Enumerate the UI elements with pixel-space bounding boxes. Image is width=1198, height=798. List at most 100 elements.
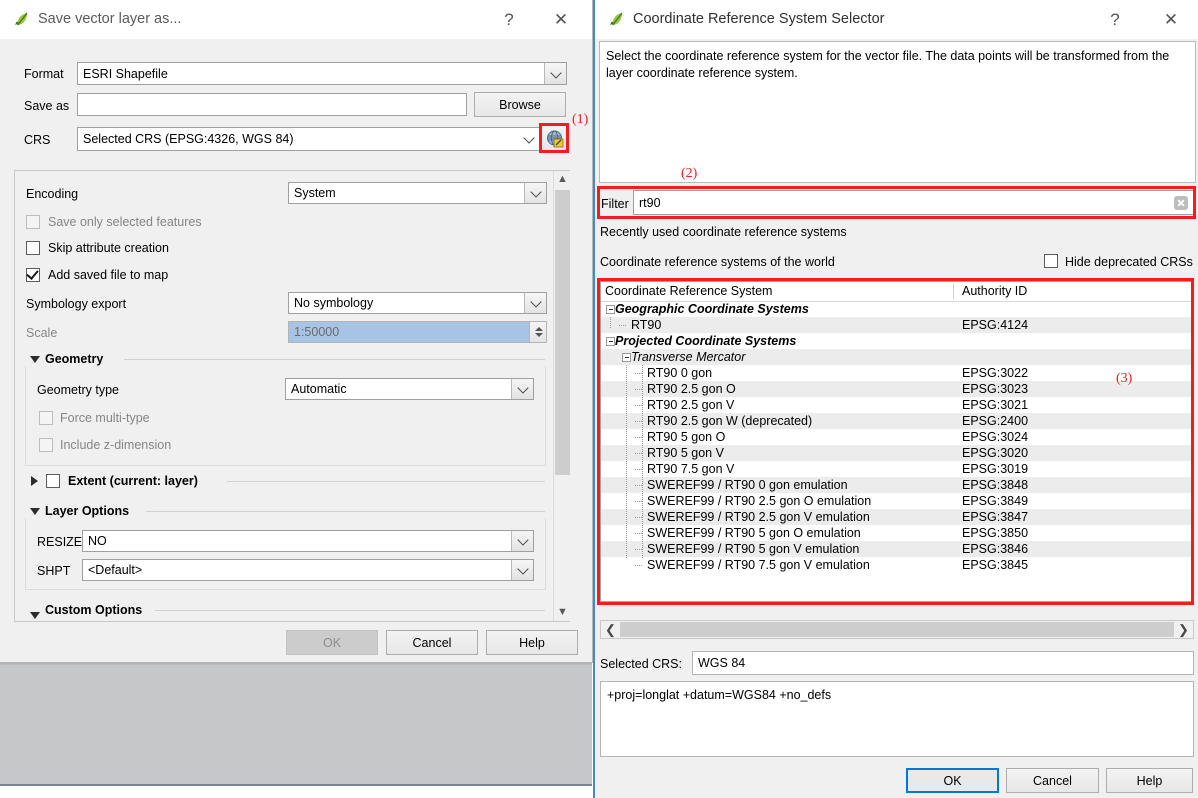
scroll-down-arrow[interactable]: ▼ xyxy=(554,604,571,621)
chevron-down-icon xyxy=(511,560,533,580)
save-as-input[interactable] xyxy=(77,93,467,116)
geometry-group-toggle-icon[interactable] xyxy=(30,356,40,363)
selected-crs-value: WGS 84 xyxy=(698,656,746,670)
proj-string-box[interactable]: +proj=longlat +datum=WGS84 +no_defs xyxy=(600,681,1194,757)
tree-branch-line xyxy=(635,373,642,374)
tree-branch-line xyxy=(635,453,642,454)
table-row[interactable]: Projected Coordinate Systems xyxy=(601,333,1193,349)
filter-input[interactable]: rt90 xyxy=(633,190,1194,215)
crs-dialog-help-button-bottom[interactable]: Help xyxy=(1106,768,1193,793)
chevron-down-icon xyxy=(518,128,539,150)
scale-input[interactable]: 1:50000 xyxy=(288,321,547,343)
authority-id-cell: EPSG:3021 xyxy=(962,398,1029,412)
authority-id-cell: EPSG:3019 xyxy=(962,462,1029,476)
custom-options-toggle-icon[interactable] xyxy=(30,612,40,619)
recently-used-label: Recently used coordinate reference syste… xyxy=(600,225,847,239)
scale-stepper[interactable] xyxy=(529,322,546,342)
table-row[interactable]: RT90 5 gon V EPSG:3020 xyxy=(601,445,1193,461)
crs-select-button[interactable] xyxy=(541,125,567,151)
table-row[interactable]: RT90 EPSG:4124 xyxy=(601,317,1193,333)
resize-combo[interactable]: NO xyxy=(82,530,534,552)
layer-options-toggle-icon[interactable] xyxy=(30,508,40,515)
hscrollbar-thumb[interactable] xyxy=(620,622,1174,637)
column-header-name[interactable]: Coordinate Reference System xyxy=(605,284,772,298)
hide-deprecated-checkbox[interactable] xyxy=(1044,254,1058,268)
table-row[interactable]: SWEREF99 / RT90 0 gon emulation EPSG:3848 xyxy=(601,477,1193,493)
format-combo[interactable]: ESRI Shapefile xyxy=(77,62,567,85)
force-multitype-checkbox[interactable] xyxy=(39,411,53,425)
format-label: Format xyxy=(24,67,64,81)
crs-dialog-cancel-button[interactable]: Cancel xyxy=(1006,768,1099,793)
filter-label: Filter xyxy=(601,197,629,211)
column-header-authority[interactable]: Authority ID xyxy=(962,284,1027,298)
extent-group-toggle-icon[interactable] xyxy=(31,476,38,486)
crs-help-label: Help xyxy=(1136,773,1163,788)
table-row[interactable]: RT90 7.5 gon V EPSG:3019 xyxy=(601,461,1193,477)
authority-id-cell: EPSG:3020 xyxy=(962,446,1029,460)
table-row[interactable]: SWEREF99 / RT90 5 gon O emulation EPSG:38… xyxy=(601,525,1193,541)
scroll-right-arrow[interactable]: ❯ xyxy=(1174,621,1193,638)
skip-attribute-checkbox[interactable] xyxy=(26,241,40,255)
add-saved-file-checkbox[interactable] xyxy=(26,267,40,282)
table-row[interactable]: RT90 2.5 gon W (deprecated) EPSG:2400 xyxy=(601,413,1193,429)
authority-id-cell: EPSG:4124 xyxy=(962,318,1029,332)
expand-collapse-icon[interactable] xyxy=(606,337,615,346)
symbology-export-combo[interactable]: No symbology xyxy=(288,292,547,314)
scroll-left-arrow[interactable]: ❮ xyxy=(601,621,620,638)
save-dialog-help-button[interactable]: ? xyxy=(494,6,524,34)
resize-label: RESIZE xyxy=(37,535,83,549)
table-row[interactable]: SWEREF99 / RT90 2.5 gon V emulation EPSG:… xyxy=(601,509,1193,525)
geometry-type-value: Automatic xyxy=(291,382,347,396)
table-row[interactable]: Transverse Mercator xyxy=(601,349,1193,365)
expand-collapse-icon[interactable] xyxy=(606,305,615,314)
encoding-combo[interactable]: System xyxy=(288,182,547,204)
save-dialog-ok-button[interactable]: OK xyxy=(286,630,378,655)
scale-label: Scale xyxy=(26,326,58,340)
scrollbar-thumb[interactable] xyxy=(555,190,570,475)
crs-dialog-ok-button[interactable]: OK xyxy=(906,768,999,793)
chevron-down-icon xyxy=(544,63,566,84)
browse-button[interactable]: Browse xyxy=(474,92,566,117)
extent-checkbox[interactable] xyxy=(46,474,60,488)
qgis-logo-icon xyxy=(610,12,623,26)
table-row[interactable]: RT90 0 gon EPSG:3022 xyxy=(601,365,1193,381)
geometry-type-combo[interactable]: Automatic xyxy=(285,378,534,400)
annotation-label-1: (1) xyxy=(572,112,589,127)
geometry-group-rule xyxy=(124,359,545,360)
crs-tree[interactable]: Coordinate Reference System Authority ID… xyxy=(600,281,1194,602)
save-vector-layer-dialog: Save vector layer as... ? ✕ Format ESRI … xyxy=(0,0,593,663)
scroll-up-arrow[interactable]: ▲ xyxy=(554,171,571,188)
table-row[interactable]: Geographic Coordinate Systems xyxy=(601,301,1193,317)
tree-branch-line xyxy=(635,501,642,502)
table-row[interactable]: RT90 2.5 gon V EPSG:3021 xyxy=(601,397,1193,413)
clear-icon[interactable] xyxy=(1174,196,1188,210)
column-divider[interactable] xyxy=(953,284,954,299)
authority-id-cell: EPSG:3022 xyxy=(962,366,1029,380)
table-row[interactable]: SWEREF99 / RT90 5 gon V emulation EPSG:38… xyxy=(601,541,1193,557)
chevron-down-icon xyxy=(511,379,533,399)
shpt-combo[interactable]: <Default> xyxy=(82,559,534,581)
save-dialog-close-button[interactable]: ✕ xyxy=(546,6,576,34)
crs-dialog-close-button[interactable]: ✕ xyxy=(1156,6,1186,34)
authority-id-cell: EPSG:3846 xyxy=(962,542,1029,556)
save-dialog-cancel-button[interactable]: Cancel xyxy=(386,630,478,655)
crs-combo[interactable]: Selected CRS (EPSG:4326, WGS 84) xyxy=(77,127,540,151)
save-cancel-label: Cancel xyxy=(412,635,452,650)
crs-name-cell: SWEREF99 / RT90 2.5 gon O emulation xyxy=(647,494,872,508)
table-row[interactable]: SWEREF99 / RT90 7.5 gon V emulation EPSG:… xyxy=(601,557,1193,573)
tree-connector-projected xyxy=(626,365,627,559)
table-row[interactable]: RT90 5 gon O EPSG:3024 xyxy=(601,429,1193,445)
crs-tree-hscrollbar[interactable]: ❮ ❯ xyxy=(600,620,1194,639)
screenshot-root: Save vector layer as... ? ✕ Format ESRI … xyxy=(0,0,1198,798)
crs-name-cell: RT90 xyxy=(631,318,662,332)
save-dialog-help-button-bottom[interactable]: Help xyxy=(486,630,578,655)
selected-crs-field: WGS 84 xyxy=(692,651,1194,675)
crs-dialog-help-button[interactable]: ? xyxy=(1100,6,1130,34)
include-z-checkbox[interactable] xyxy=(39,438,53,452)
table-row[interactable]: RT90 2.5 gon O EPSG:3023 xyxy=(601,381,1193,397)
expand-collapse-icon[interactable] xyxy=(622,353,631,362)
table-row[interactable]: SWEREF99 / RT90 2.5 gon O emulation EPSG:… xyxy=(601,493,1193,509)
options-scrollbar[interactable]: ▲ ▼ xyxy=(553,171,571,621)
save-selected-checkbox[interactable] xyxy=(26,215,40,229)
save-dialog-title: Save vector layer as... xyxy=(38,11,182,27)
